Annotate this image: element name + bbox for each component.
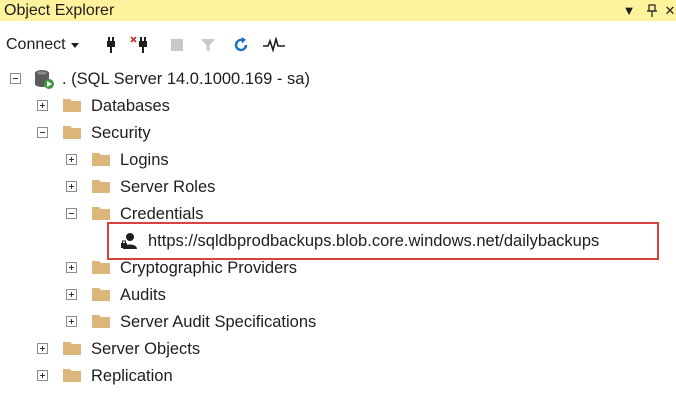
collapse-icon[interactable] [37,127,48,138]
refresh-icon[interactable] [232,30,250,60]
audits-label: Audits [120,286,166,304]
replication-label: Replication [91,367,173,385]
expand-icon[interactable] [66,289,77,300]
window-position-dropdown-icon[interactable]: ▼ [622,0,636,21]
tree-node-security[interactable]: Security [0,120,676,147]
disconnect-icon[interactable] [130,30,152,60]
folder-icon [92,315,110,328]
folder-icon [63,126,81,139]
folder-icon [63,342,81,355]
folder-icon [92,207,110,220]
expand-icon[interactable] [37,370,48,381]
panel-title: Object Explorer [4,2,115,19]
expand-icon[interactable] [66,154,77,165]
expand-icon[interactable] [66,316,77,327]
expand-icon[interactable] [66,262,77,273]
security-label: Security [91,124,151,142]
expand-icon[interactable] [66,181,77,192]
server-running-icon [33,68,55,95]
folder-icon [92,261,110,274]
tree-node-server-objects[interactable]: Server Objects [0,336,676,363]
chevron-down-icon [70,42,79,48]
object-explorer-titlebar: Object Explorer ▼ ✕ [0,0,676,21]
credential-highlight-box [107,222,659,260]
folder-icon [92,180,110,193]
tree-node-server-roles[interactable]: Server Roles [0,174,676,201]
connect-plug-icon[interactable] [103,30,119,60]
server-audit-specifications-label: Server Audit Specifications [120,313,317,331]
expand-icon[interactable] [37,100,48,111]
logins-label: Logins [120,151,169,169]
server-roles-label: Server Roles [120,178,216,196]
server-objects-label: Server Objects [91,340,201,358]
tree-node-server-audit-specifications[interactable]: Server Audit Specifications [0,309,676,336]
tree-node-databases[interactable]: Databases [0,93,676,120]
tree-node-audits[interactable]: Audits [0,282,676,309]
activity-monitor-icon[interactable] [262,30,286,60]
pin-icon[interactable] [644,0,660,21]
tree-node-logins[interactable]: Logins [0,147,676,174]
folder-icon [63,99,81,112]
connect-label: Connect [6,36,66,53]
tree-node-server[interactable]: . (SQL Server 14.0.1000.169 - sa) [0,66,676,93]
server-label: . (SQL Server 14.0.1000.169 - sa) [62,70,310,88]
expand-icon[interactable] [37,343,48,354]
cryptographic-providers-label: Cryptographic Providers [120,259,297,277]
close-icon[interactable]: ✕ [664,0,676,21]
object-explorer-toolbar: Connect [0,30,676,60]
filter-icon [200,30,216,60]
collapse-icon[interactable] [66,208,77,219]
stop-icon [170,30,184,60]
folder-icon [92,153,110,166]
tree-node-replication[interactable]: Replication [0,363,676,390]
connect-dropdown-button[interactable]: Connect [6,30,79,60]
folder-icon [92,288,110,301]
databases-label: Databases [91,97,170,115]
collapse-icon[interactable] [10,73,21,84]
folder-icon [63,369,81,382]
